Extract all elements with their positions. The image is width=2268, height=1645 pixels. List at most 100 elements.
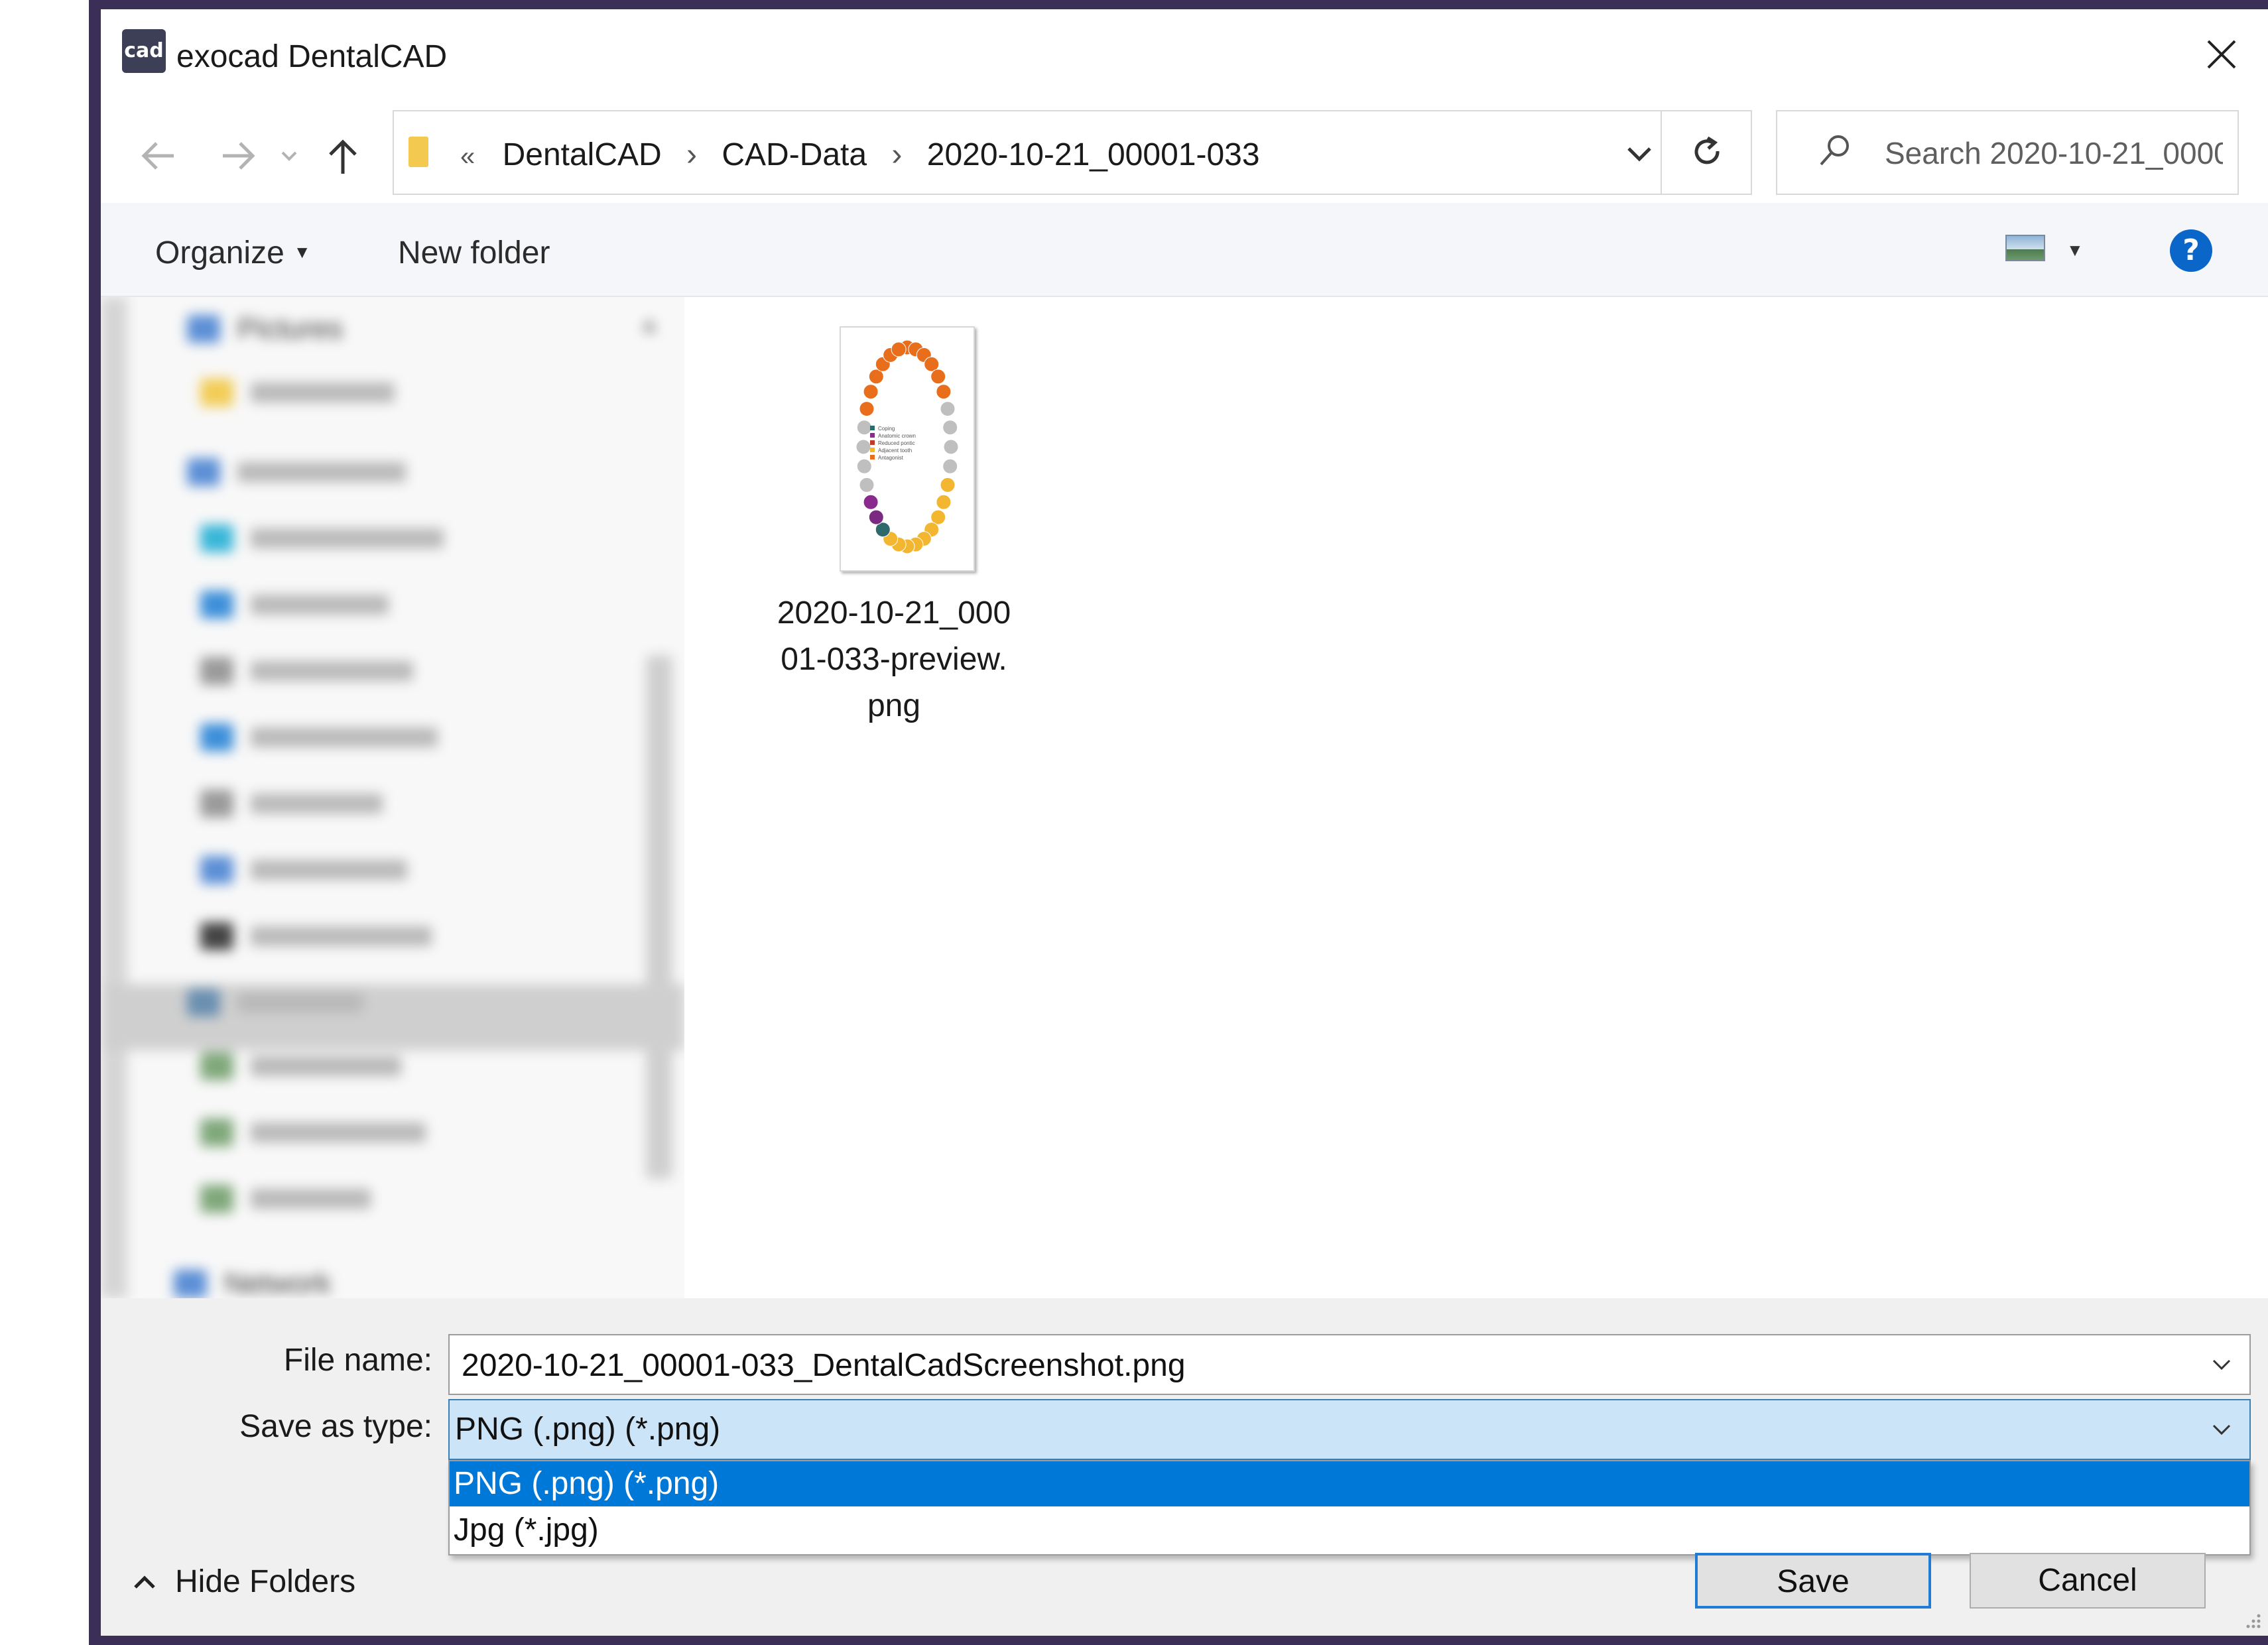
cancel-button[interactable]: Cancel [1970, 1553, 2206, 1609]
file-name-field-label: File name: [283, 1343, 432, 1378]
organize-menu-button[interactable]: Organize ▼ [155, 235, 311, 271]
sidebar-item[interactable] [200, 918, 432, 955]
sidebar-item[interactable] [200, 785, 383, 822]
tooth-mark [940, 477, 956, 493]
breadcrumb-overflow[interactable]: « [460, 142, 475, 171]
breadcrumb-separator-icon[interactable]: › [891, 137, 902, 172]
tooth-mark [868, 509, 884, 525]
folder-icon [200, 723, 233, 751]
save-as-type-dropdown-list: PNG (.png) (*.png) Jpg (*.jpg) [448, 1460, 2251, 1555]
sidebar-item-label [237, 993, 363, 1012]
sidebar-item[interactable] [200, 851, 407, 888]
legend-label: Anatomic crown [878, 433, 916, 439]
save-as-type-value: PNG (.png) (*.png) [455, 1412, 721, 1447]
nav-scroll-up-icon[interactable]: ▲ [638, 312, 661, 337]
folder-icon [200, 922, 233, 950]
recent-locations-chevron-icon[interactable] [276, 133, 302, 179]
folder-icon [187, 458, 220, 486]
save-type-option-jpg[interactable]: Jpg (*.jpg) [450, 1508, 2249, 1553]
sidebar-item[interactable]: Pictures [187, 310, 343, 347]
title-bar: cad exocad DentalCAD [101, 9, 2268, 102]
folder-icon [200, 657, 233, 685]
legend-swatch [870, 440, 875, 445]
save-button[interactable]: Save [1695, 1553, 1931, 1609]
address-bar[interactable]: « DentalCAD › CAD-Data › 2020-10-21_0000… [393, 110, 1752, 195]
file-name-line: png [867, 688, 921, 723]
search-icon [1820, 135, 1849, 166]
folder-icon [200, 790, 233, 818]
refresh-button[interactable] [1661, 111, 1751, 194]
save-type-field-label: Save as type: [239, 1409, 432, 1444]
sidebar-item[interactable]: Network [174, 1265, 331, 1298]
tooth-mark [930, 369, 946, 385]
breadcrumb: « DentalCAD › CAD-Data › 2020-10-21_0000… [460, 137, 1260, 173]
save-form-panel: File name: Save as type: PNG (.png) (*.p… [101, 1298, 2268, 1636]
address-dropdown-chevron-icon[interactable] [1619, 134, 1659, 174]
tooth-mark [859, 401, 875, 417]
navigation-pane-content: ▲ Pictures Network [101, 297, 684, 1298]
folder-icon [187, 989, 220, 1016]
sidebar-item-label [251, 727, 438, 747]
search-input[interactable] [1883, 131, 2224, 175]
chevron-down-icon[interactable] [2208, 1416, 2235, 1443]
sidebar-item[interactable] [187, 984, 363, 1021]
sidebar-item-label [251, 1189, 371, 1209]
sidebar-item-label [237, 462, 406, 482]
sidebar-item-label [251, 383, 395, 402]
navigation-pane: ▲ Pictures Network [101, 297, 684, 1298]
tooth-mark [936, 494, 952, 510]
sidebar-item[interactable] [200, 652, 413, 690]
new-folder-button[interactable]: New folder [398, 235, 550, 271]
search-box[interactable] [1776, 110, 2239, 195]
folder-icon [409, 137, 428, 167]
exocad-app-icon: cad [122, 29, 166, 73]
file-name-combobox[interactable] [448, 1334, 2251, 1395]
sidebar-item[interactable] [200, 586, 389, 623]
dialog-window: cad exocad DentalCAD « DentalCAD › CAD-D… [89, 0, 2268, 1645]
save-as-type-select[interactable]: PNG (.png) (*.png) [448, 1399, 2251, 1460]
sidebar-item[interactable] [200, 1048, 401, 1085]
breadcrumb-dentalcad[interactable]: DentalCAD [503, 137, 662, 172]
close-icon[interactable] [2202, 34, 2241, 74]
legend-swatch [870, 448, 875, 452]
sidebar-item[interactable] [200, 1180, 371, 1217]
breadcrumb-current-folder[interactable]: 2020-10-21_00001-033 [927, 137, 1260, 172]
sidebar-item[interactable] [200, 719, 438, 756]
sidebar-item[interactable] [200, 520, 444, 557]
organize-label: Organize [155, 235, 284, 271]
sidebar-item-label: Network [224, 1267, 332, 1298]
tooth-mark [943, 439, 959, 455]
sidebar-item-label [251, 1123, 426, 1142]
legend-swatch [870, 433, 875, 438]
back-arrow-icon[interactable] [135, 133, 182, 179]
tooth-mark [942, 420, 958, 436]
resize-grip-icon[interactable] [2243, 1611, 2263, 1630]
file-name-line: 2020-10-21_000 [777, 595, 1011, 631]
tooth-mark [855, 439, 871, 455]
sidebar-item-label: Pictures [237, 312, 343, 345]
sidebar-item[interactable] [200, 374, 395, 411]
folder-icon [200, 856, 233, 884]
help-icon[interactable]: ? [2170, 229, 2212, 272]
tooth-mark [863, 384, 879, 400]
folder-icon [200, 1052, 233, 1080]
tooth-mark [940, 401, 956, 417]
change-view-icon[interactable] [2005, 235, 2045, 261]
hide-folders-button[interactable]: Hide Folders [131, 1563, 355, 1600]
chevron-down-icon[interactable] [2208, 1351, 2235, 1378]
sidebar-item[interactable] [200, 1114, 426, 1151]
sidebar-item[interactable] [187, 454, 406, 491]
breadcrumb-cad-data[interactable]: CAD-Data [722, 137, 867, 172]
up-arrow-icon[interactable] [320, 133, 366, 179]
file-view: Coping Anatomic crown Reduced pontic Adjace… [695, 297, 2268, 1298]
breadcrumb-separator-icon[interactable]: › [686, 137, 697, 172]
save-type-option-png[interactable]: PNG (.png) (*.png) [450, 1461, 2249, 1506]
legend-label: Reduced pontic [878, 440, 915, 446]
dental-chart-thumbnail: CopingAnatomic crownReduced pontic Adjace… [840, 326, 975, 572]
tooth-mark [856, 420, 872, 436]
nav-scrollbar[interactable] [646, 655, 672, 1179]
forward-arrow-icon[interactable] [215, 133, 261, 179]
sidebar-item-label [251, 661, 413, 681]
view-options-caret-icon[interactable]: ▼ [2066, 240, 2084, 261]
file-name-field[interactable] [460, 1345, 2196, 1386]
